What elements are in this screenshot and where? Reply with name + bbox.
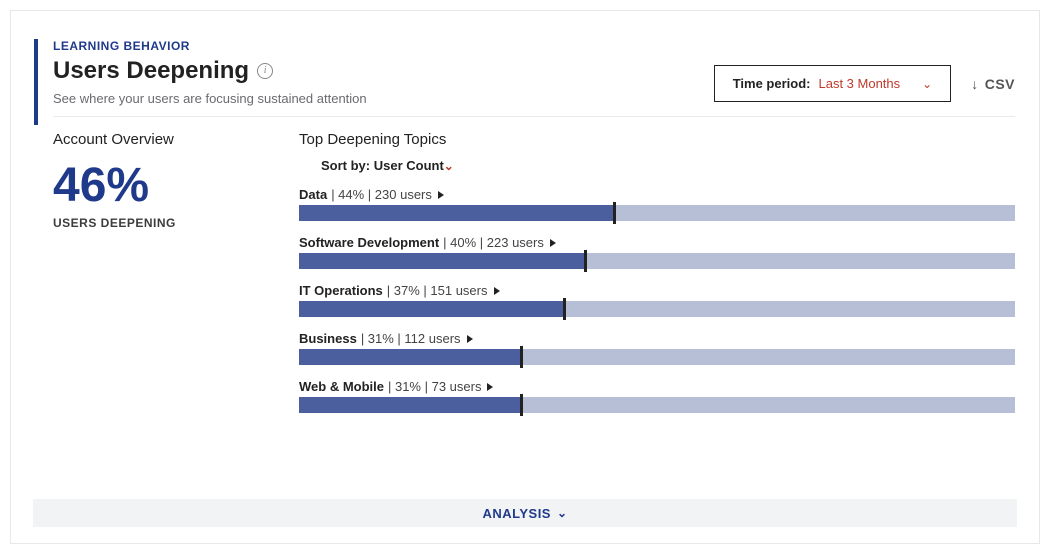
chevron-down-icon: ⌄ bbox=[557, 506, 568, 520]
caret-right-icon bbox=[467, 335, 473, 343]
time-period-select[interactable]: Time period: Last 3 Months ⌄ bbox=[714, 65, 952, 102]
time-period-label: Time period: bbox=[733, 76, 811, 91]
topic-name: IT Operations bbox=[299, 283, 383, 298]
download-icon: ↓ bbox=[971, 76, 979, 92]
csv-label: CSV bbox=[985, 76, 1015, 92]
account-overview: Account Overview 46% USERS DEEPENING bbox=[53, 131, 243, 427]
header-right: Time period: Last 3 Months ⌄ ↓ CSV bbox=[714, 39, 1015, 102]
topic-bar-track bbox=[299, 205, 1015, 221]
topic-bar-marker bbox=[613, 202, 616, 224]
overview-title: Account Overview bbox=[53, 131, 243, 148]
topic-bar-track bbox=[299, 397, 1015, 413]
topic-meta: | 37% | 151 users bbox=[387, 283, 488, 298]
users-deepening-percent: 46% bbox=[53, 162, 243, 210]
topic-bar-marker bbox=[520, 394, 523, 416]
topic-expand[interactable]: Software Development | 40% | 223 users bbox=[299, 235, 1015, 250]
topic-row: Data | 44% | 230 users bbox=[299, 187, 1015, 221]
sort-prefix: Sort by: bbox=[321, 158, 374, 173]
analysis-label: ANALYSIS bbox=[482, 506, 551, 521]
export-csv-button[interactable]: ↓ CSV bbox=[971, 76, 1015, 92]
topic-bar-track bbox=[299, 349, 1015, 365]
accent-bar bbox=[34, 39, 38, 125]
chevron-down-icon: ⌄ bbox=[444, 159, 454, 173]
topic-bar-fill bbox=[299, 253, 585, 269]
topic-row: Software Development | 40% | 223 users bbox=[299, 235, 1015, 269]
kicker-label: LEARNING BEHAVIOR bbox=[53, 39, 367, 53]
time-period-value: Last 3 Months bbox=[818, 76, 900, 91]
page-title: Users Deepening bbox=[53, 57, 249, 85]
topic-expand[interactable]: Web & Mobile | 31% | 73 users bbox=[299, 379, 1015, 394]
sort-by-select[interactable]: Sort by: User Count⌄ bbox=[321, 158, 1015, 173]
card-header: LEARNING BEHAVIOR Users Deepening i See … bbox=[35, 39, 1015, 106]
topic-bar-track bbox=[299, 253, 1015, 269]
info-icon[interactable]: i bbox=[257, 63, 273, 79]
users-deepening-card: LEARNING BEHAVIOR Users Deepening i See … bbox=[10, 10, 1040, 544]
caret-right-icon bbox=[550, 239, 556, 247]
topic-meta: | 44% | 230 users bbox=[331, 187, 432, 202]
topic-bar-fill bbox=[299, 349, 521, 365]
topic-bar-track bbox=[299, 301, 1015, 317]
topic-row: IT Operations | 37% | 151 users bbox=[299, 283, 1015, 317]
topic-bar-fill bbox=[299, 397, 521, 413]
topic-bar-marker bbox=[563, 298, 566, 320]
topic-name: Data bbox=[299, 187, 327, 202]
topic-bar-marker bbox=[520, 346, 523, 368]
topic-expand[interactable]: Data | 44% | 230 users bbox=[299, 187, 1015, 202]
topic-bar-marker bbox=[584, 250, 587, 272]
topic-bar-fill bbox=[299, 301, 564, 317]
topic-name: Software Development bbox=[299, 235, 439, 250]
topic-meta: | 40% | 223 users bbox=[443, 235, 544, 250]
topic-expand[interactable]: Business | 31% | 112 users bbox=[299, 331, 1015, 346]
topic-bar-fill bbox=[299, 205, 614, 221]
users-deepening-caption: USERS DEEPENING bbox=[53, 216, 243, 230]
topic-name: Business bbox=[299, 331, 357, 346]
topics-list: Data | 44% | 230 users Software Developme… bbox=[299, 187, 1015, 413]
caret-right-icon bbox=[487, 383, 493, 391]
topic-expand[interactable]: IT Operations | 37% | 151 users bbox=[299, 283, 1015, 298]
topic-row: Web & Mobile | 31% | 73 users bbox=[299, 379, 1015, 413]
analysis-toggle[interactable]: ANALYSIS ⌄ bbox=[33, 499, 1017, 527]
card-body: Account Overview 46% USERS DEEPENING Top… bbox=[35, 131, 1015, 427]
sort-value: User Count bbox=[374, 158, 444, 173]
topic-name: Web & Mobile bbox=[299, 379, 384, 394]
topic-row: Business | 31% | 112 users bbox=[299, 331, 1015, 365]
topic-meta: | 31% | 112 users bbox=[361, 331, 461, 346]
chevron-down-icon: ⌄ bbox=[922, 77, 932, 91]
header-left: LEARNING BEHAVIOR Users Deepening i See … bbox=[53, 39, 367, 106]
topic-meta: | 31% | 73 users bbox=[388, 379, 481, 394]
title-row: Users Deepening i bbox=[53, 57, 367, 85]
subtitle: See where your users are focusing sustai… bbox=[53, 91, 367, 106]
caret-right-icon bbox=[438, 191, 444, 199]
topics-title: Top Deepening Topics bbox=[299, 131, 1015, 148]
top-deepening-topics: Top Deepening Topics Sort by: User Count… bbox=[299, 131, 1015, 427]
caret-right-icon bbox=[494, 287, 500, 295]
divider bbox=[53, 116, 1015, 117]
